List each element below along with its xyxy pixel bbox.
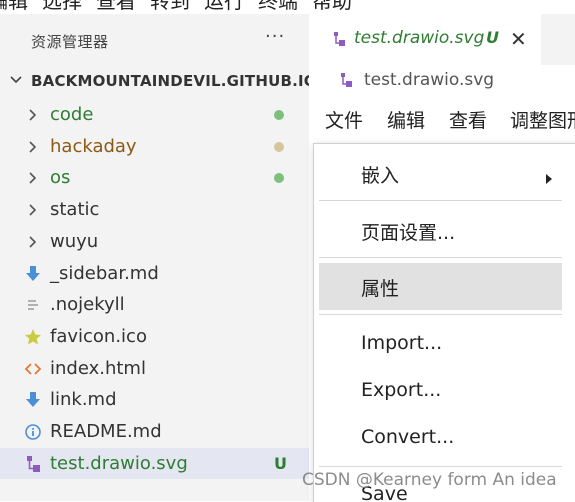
git-status-dot <box>274 173 284 183</box>
tree-item-label: README.md <box>50 421 162 442</box>
text-file-icon <box>24 296 42 314</box>
menu-item-convert[interactable]: Convert... <box>319 415 562 461</box>
file-item[interactable]: favicon.ico <box>0 321 309 352</box>
menu-help[interactable]: 帮助 <box>312 0 352 13</box>
chevron-right-icon <box>24 233 42 251</box>
menu-item-convert-label: Convert... <box>361 426 455 448</box>
chevron-right-icon <box>24 201 42 219</box>
menu-item-properties[interactable]: 属性 <box>319 263 562 310</box>
menu-item-embed[interactable]: 嵌入 <box>319 150 562 196</box>
file-item[interactable]: README.md <box>0 416 309 447</box>
tree-item-label: .nojekyll <box>50 294 125 315</box>
chevron-right-icon <box>24 169 42 187</box>
menu-terminal[interactable]: 终端 <box>258 0 298 13</box>
chevron-right-icon <box>24 106 42 124</box>
tree-item-label: index.html <box>50 358 146 379</box>
menu-item-page-setup-label: 页面设置... <box>361 222 456 244</box>
html-file-icon <box>24 360 42 378</box>
drawio-menu-arrange[interactable]: 调整图形 <box>510 106 575 133</box>
markdown-file-icon <box>24 391 42 409</box>
menu-run[interactable]: 运行 <box>204 0 244 13</box>
menu-edit[interactable]: 编辑 <box>0 0 28 13</box>
untracked-badge: U <box>486 28 499 47</box>
tree-item-label: static <box>50 199 100 220</box>
tab-bar: test.drawio.svg U ✕ <box>309 14 575 65</box>
git-status-dot <box>274 142 284 152</box>
tree-item-label: _sidebar.md <box>50 263 159 284</box>
tab-title: test.drawio.svg <box>354 28 485 48</box>
explorer-sidebar: 资源管理器 ··· BACKMOUNTAINDEVIL.GITHUB.IO co… <box>0 14 317 501</box>
explorer-title: 资源管理器 <box>31 33 109 51</box>
watermark: CSDN @Kearney form An idea <box>302 470 557 490</box>
menu-item-import[interactable]: Import... <box>319 321 562 367</box>
file-item[interactable]: .nojekyll <box>0 289 309 320</box>
drawio-file-icon <box>24 455 42 473</box>
folder-item[interactable]: hackaday <box>0 131 309 162</box>
tree-item-label: os <box>50 167 71 188</box>
menu-divider <box>319 257 562 258</box>
tab-test-drawio[interactable]: test.drawio.svg U ✕ <box>309 14 541 65</box>
workspace-root[interactable]: BACKMOUNTAINDEVIL.GITHUB.IO <box>0 68 317 94</box>
git-status-dot <box>274 110 284 120</box>
menu-view[interactable]: 查看 <box>96 0 136 13</box>
star-icon <box>24 328 42 346</box>
menu-selection[interactable]: 选择 <box>42 0 82 13</box>
drawio-menu-view[interactable]: 查看 <box>449 106 487 133</box>
markdown-file-icon <box>24 265 42 283</box>
menu-item-embed-label: 嵌入 <box>361 165 400 187</box>
drawio-file-icon <box>331 31 347 51</box>
drawio-menu-edit[interactable]: 编辑 <box>387 106 425 133</box>
breadcrumb[interactable]: test.drawio.svg <box>309 65 575 97</box>
tree-item-label: favicon.ico <box>50 326 147 347</box>
drawio-file-icon <box>338 72 354 92</box>
file-item[interactable]: link.md <box>0 384 309 415</box>
top-menu-bar: 编辑 选择 查看 转到 运行 终端 帮助 <box>0 0 575 14</box>
chevron-right-icon <box>24 138 42 156</box>
close-icon[interactable]: ✕ <box>510 27 527 51</box>
folder-item[interactable]: os <box>0 162 309 193</box>
menu-divider <box>319 200 562 201</box>
tree-item-label: test.drawio.svg <box>50 453 188 474</box>
menu-go[interactable]: 转到 <box>150 0 190 13</box>
extras-dropdown-menu: 嵌入 页面设置... 属性 Import... Export... Conver… <box>313 143 575 502</box>
submenu-arrow-icon <box>545 169 553 188</box>
menu-item-page-setup[interactable]: 页面设置... <box>319 207 562 253</box>
folder-item[interactable]: wuyu <box>0 226 309 257</box>
tree-item-label: wuyu <box>50 231 99 252</box>
menu-item-export-label: Export... <box>361 379 442 401</box>
menu-item-properties-label: 属性 <box>361 278 400 300</box>
menu-divider <box>319 466 562 467</box>
tree-item-label: hackaday <box>50 136 137 157</box>
menu-divider <box>319 314 562 315</box>
workspace-root-label: BACKMOUNTAINDEVIL.GITHUB.IO <box>31 72 317 90</box>
breadcrumb-file[interactable]: test.drawio.svg <box>364 70 494 90</box>
drawio-menu-bar: 文件 编辑 查看 调整图形 <box>309 99 575 137</box>
menu-item-export[interactable]: Export... <box>319 368 562 414</box>
file-item[interactable]: index.html <box>0 353 309 384</box>
menu-item-import-label: Import... <box>361 332 443 354</box>
git-untracked-badge: U <box>274 454 287 473</box>
folder-item[interactable]: code <box>0 99 309 130</box>
file-item[interactable]: test.drawio.svg U <box>0 448 309 479</box>
more-actions-icon[interactable]: ··· <box>265 26 285 47</box>
file-item[interactable]: _sidebar.md <box>0 258 309 289</box>
folder-item[interactable]: static <box>0 194 309 225</box>
chevron-down-icon[interactable] <box>8 71 24 93</box>
drawio-menu-file[interactable]: 文件 <box>325 106 363 133</box>
tree-item-label: link.md <box>50 389 117 410</box>
tree-item-label: code <box>50 104 94 125</box>
info-icon <box>24 423 42 441</box>
